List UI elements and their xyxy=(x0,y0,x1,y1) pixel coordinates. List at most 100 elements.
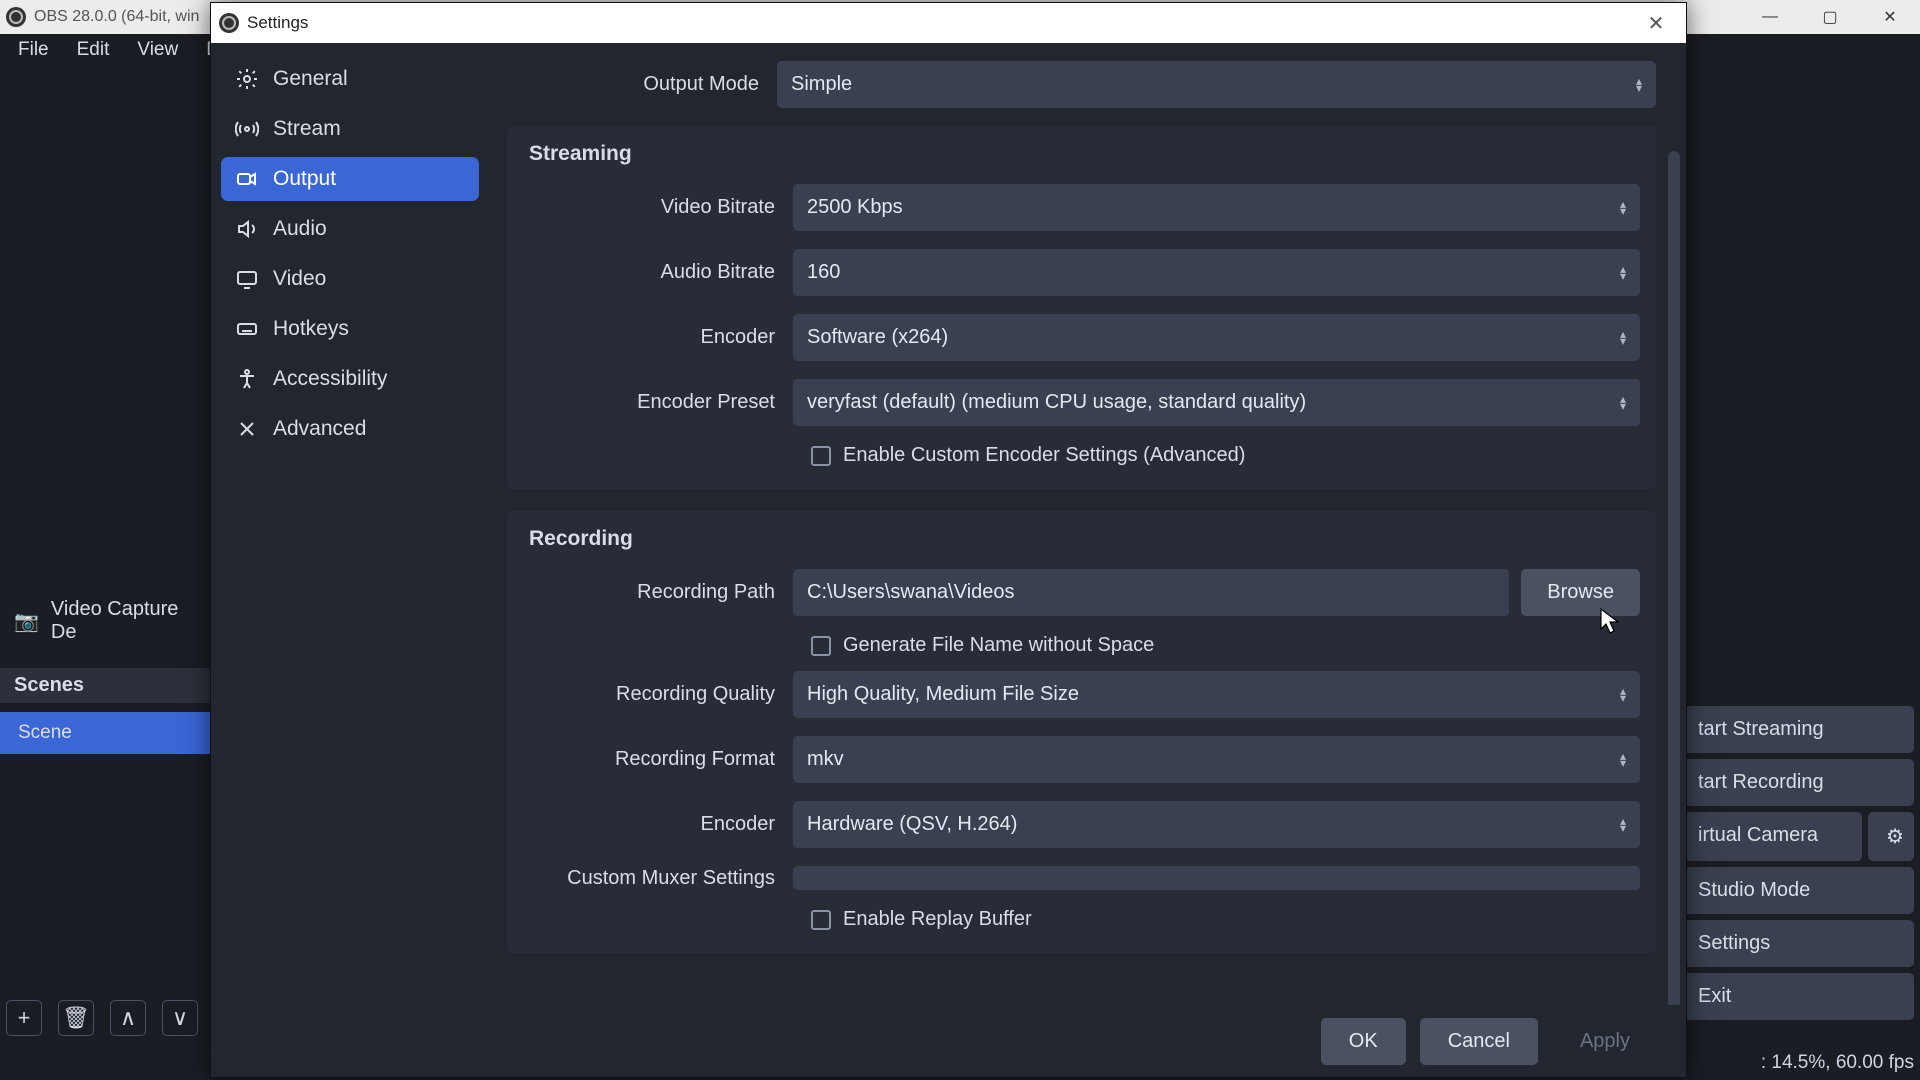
speaker-icon xyxy=(235,217,259,241)
settings-dialog: Settings ✕ General Stream Output Audio xyxy=(210,2,1687,1078)
sidebar-item-audio[interactable]: Audio xyxy=(221,207,479,251)
virtual-camera-settings-button[interactable]: ⚙ xyxy=(1868,812,1914,861)
start-recording-button[interactable]: tart Recording xyxy=(1680,759,1914,806)
streaming-section: Streaming Video Bitrate 2500 Kbps▴▾ Audi… xyxy=(507,126,1656,489)
scene-item[interactable]: Scene xyxy=(0,712,210,754)
encoder-preset-select[interactable]: veryfast (default) (medium CPU usage, st… xyxy=(793,379,1640,426)
source-item[interactable]: 📷 Video Capture De xyxy=(0,590,210,652)
sidebar-item-output[interactable]: Output xyxy=(221,157,479,201)
settings-content: Output Mode Simple▴▾ Streaming Video Bit… xyxy=(489,43,1686,1005)
move-up-button[interactable]: ∧ xyxy=(110,1000,146,1036)
apply-button[interactable]: Apply xyxy=(1552,1018,1658,1065)
sidebar-label: Stream xyxy=(273,117,341,141)
virtual-camera-button[interactable]: irtual Camera xyxy=(1680,812,1862,861)
source-label: Video Capture De xyxy=(51,598,196,644)
menu-view[interactable]: View xyxy=(125,35,190,65)
chevron-updown-icon: ▴▾ xyxy=(1620,396,1626,410)
recording-path-input[interactable]: C:\Users\swana\Videos xyxy=(793,569,1509,616)
settings-button[interactable]: Settings xyxy=(1680,920,1914,967)
sidebar-label: Audio xyxy=(273,217,327,241)
encoder-preset-label: Encoder Preset xyxy=(523,391,793,414)
sidebar-label: Accessibility xyxy=(273,367,387,391)
add-button[interactable]: + xyxy=(6,1000,42,1036)
recording-section: Recording Recording Path C:\Users\swana\… xyxy=(507,511,1656,953)
maximize-button[interactable]: ▢ xyxy=(1800,0,1860,34)
video-bitrate-input[interactable]: 2500 Kbps▴▾ xyxy=(793,184,1640,231)
recording-quality-select[interactable]: High Quality, Medium File Size▴▾ xyxy=(793,671,1640,718)
custom-muxer-input[interactable] xyxy=(793,866,1640,890)
sidebar-item-stream[interactable]: Stream xyxy=(221,107,479,151)
checkbox-icon xyxy=(811,446,831,466)
delete-button[interactable]: 🗑 xyxy=(58,1000,94,1036)
enable-custom-encoder-checkbox[interactable]: Enable Custom Encoder Settings (Advanced… xyxy=(523,444,1640,467)
menu-edit[interactable]: Edit xyxy=(65,35,122,65)
output-icon xyxy=(235,167,259,191)
gear-icon xyxy=(235,67,259,91)
minimize-button[interactable]: — xyxy=(1740,0,1800,34)
studio-mode-button[interactable]: Studio Mode xyxy=(1680,867,1914,914)
dialog-close-button[interactable]: ✕ xyxy=(1626,3,1686,43)
streaming-encoder-select[interactable]: Software (x264)▴▾ xyxy=(793,314,1640,361)
sidebar-label: Video xyxy=(273,267,326,291)
ok-button[interactable]: OK xyxy=(1321,1018,1406,1065)
sidebar-item-general[interactable]: General xyxy=(221,57,479,101)
status-stats: : 14.5%, 60.00 fps xyxy=(1761,1052,1914,1074)
chevron-updown-icon: ▴▾ xyxy=(1620,818,1626,832)
audio-bitrate-label: Audio Bitrate xyxy=(523,261,793,284)
browse-button[interactable]: Browse xyxy=(1521,569,1640,616)
sidebar-label: Advanced xyxy=(273,417,366,441)
accessibility-icon xyxy=(235,367,259,391)
checkbox-label: Enable Replay Buffer xyxy=(843,908,1032,931)
dialog-title: Settings xyxy=(247,13,308,33)
checkbox-label: Generate File Name without Space xyxy=(843,634,1154,657)
antenna-icon xyxy=(235,117,259,141)
spinner-icon: ▴▾ xyxy=(1620,201,1626,215)
sidebar-item-video[interactable]: Video xyxy=(221,257,479,301)
cancel-button[interactable]: Cancel xyxy=(1420,1018,1538,1065)
chevron-updown-icon: ▴▾ xyxy=(1620,331,1626,345)
video-bitrate-label: Video Bitrate xyxy=(523,196,793,219)
chevron-updown-icon: ▴▾ xyxy=(1636,78,1642,92)
outer-title: OBS 28.0.0 (64-bit, win xyxy=(34,8,199,26)
output-mode-label: Output Mode xyxy=(507,73,777,96)
dialog-titlebar: Settings ✕ xyxy=(211,3,1686,43)
recording-title: Recording xyxy=(523,527,1640,551)
scenes-header: Scenes xyxy=(0,668,210,703)
streaming-title: Streaming xyxy=(523,142,1640,166)
encoder-label: Encoder xyxy=(523,326,793,349)
generate-filename-checkbox[interactable]: Generate File Name without Space xyxy=(523,634,1640,657)
sidebar-label: General xyxy=(273,67,348,91)
chevron-updown-icon: ▴▾ xyxy=(1620,753,1626,767)
recording-quality-label: Recording Quality xyxy=(523,683,793,706)
recording-path-label: Recording Path xyxy=(523,581,793,604)
tools-icon xyxy=(235,417,259,441)
chevron-updown-icon: ▴▾ xyxy=(1620,266,1626,280)
obs-logo-icon xyxy=(6,7,26,27)
sidebar-item-accessibility[interactable]: Accessibility xyxy=(221,357,479,401)
recording-format-label: Recording Format xyxy=(523,748,793,771)
exit-button[interactable]: Exit xyxy=(1680,973,1914,1020)
content-scrollbar[interactable] xyxy=(1668,151,1680,1005)
settings-sidebar: General Stream Output Audio Video Hotkey… xyxy=(211,43,489,1005)
sidebar-item-hotkeys[interactable]: Hotkeys xyxy=(221,307,479,351)
output-mode-select[interactable]: Simple▴▾ xyxy=(777,61,1656,108)
start-streaming-button[interactable]: tart Streaming xyxy=(1680,706,1914,753)
recording-encoder-label: Encoder xyxy=(523,813,793,836)
sidebar-label: Output xyxy=(273,167,336,191)
audio-bitrate-select[interactable]: 160▴▾ xyxy=(793,249,1640,296)
keyboard-icon xyxy=(235,317,259,341)
dialog-footer: OK Cancel Apply xyxy=(211,1005,1686,1077)
sidebar-item-advanced[interactable]: Advanced xyxy=(221,407,479,451)
chevron-updown-icon: ▴▾ xyxy=(1620,688,1626,702)
checkbox-label: Enable Custom Encoder Settings (Advanced… xyxy=(843,444,1245,467)
move-down-button[interactable]: ∨ xyxy=(162,1000,198,1036)
recording-encoder-select[interactable]: Hardware (QSV, H.264)▴▾ xyxy=(793,801,1640,848)
close-button[interactable]: ✕ xyxy=(1860,0,1920,34)
enable-replay-buffer-checkbox[interactable]: Enable Replay Buffer xyxy=(523,908,1640,931)
menu-file[interactable]: File xyxy=(6,35,61,65)
checkbox-icon xyxy=(811,636,831,656)
sidebar-label: Hotkeys xyxy=(273,317,349,341)
obs-logo-icon xyxy=(219,13,239,33)
checkbox-icon xyxy=(811,910,831,930)
recording-format-select[interactable]: mkv▴▾ xyxy=(793,736,1640,783)
